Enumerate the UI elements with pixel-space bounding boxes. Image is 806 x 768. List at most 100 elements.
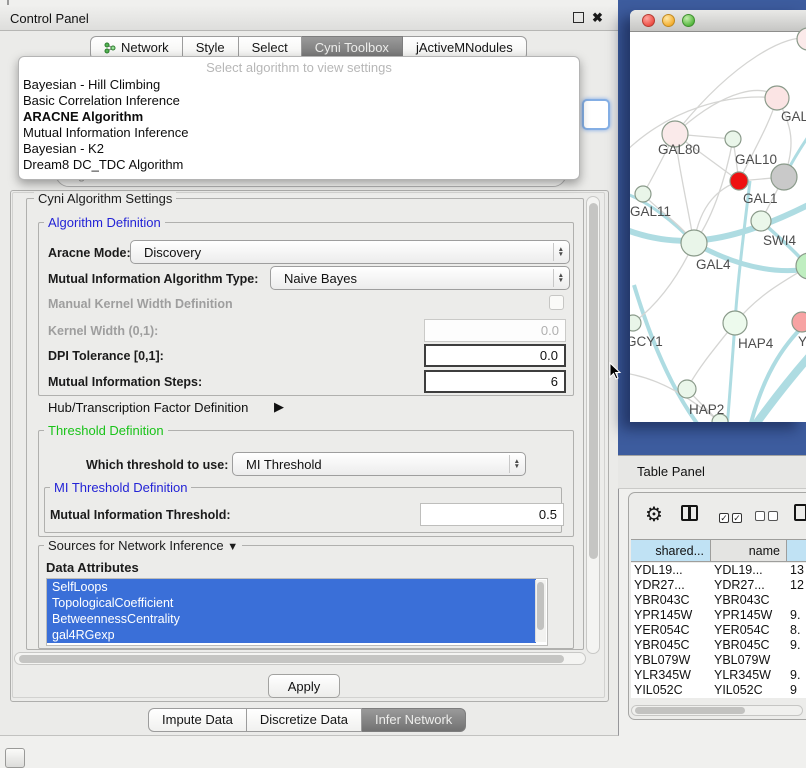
attribute-item-betweennesscentrality[interactable]: BetweennessCentrality <box>47 611 536 627</box>
table-cell: 12 <box>790 578 806 593</box>
hide-columns-icon[interactable] <box>755 508 781 526</box>
tab-impute-data[interactable]: Impute Data <box>148 708 247 732</box>
dpi-tolerance-field[interactable]: 0.0 <box>424 344 566 367</box>
manual-kernel-label: Manual Kernel Width Definition <box>48 297 233 311</box>
columns-icon[interactable] <box>681 505 698 521</box>
focused-combo-fragment[interactable] <box>582 99 610 130</box>
bottom-tabbar: Impute Data Discretize Data Infer Network <box>148 708 466 732</box>
data-attributes-list[interactable]: SelfLoopsTopologicalCoefficientBetweenne… <box>46 578 548 646</box>
manual-kernel-checkbox[interactable] <box>549 295 564 310</box>
column-header-partial[interactable] <box>787 539 806 562</box>
network-graph[interactable]: GALGAL80GAL10GAL1GAL11SWI4GAL4GCY1HAP4YH… <box>630 33 806 422</box>
table-cell: 9. <box>790 638 806 653</box>
algorithm-option-aracne-algorithm[interactable]: ARACNE Algorithm <box>19 109 579 125</box>
expand-arrow-icon[interactable]: ▶ <box>274 399 284 415</box>
tab-label: Discretize Data <box>260 712 348 727</box>
table-cell: 9 <box>790 683 806 698</box>
node-label-gal: GAL <box>781 109 806 124</box>
algorithm-option-mutual-information-inference[interactable]: Mutual Information Inference <box>19 125 579 141</box>
network-edge[interactable] <box>630 97 777 153</box>
mi-steps-field[interactable]: 6 <box>424 370 566 393</box>
aracne-mode-select[interactable]: Discovery ▲▼ <box>130 240 570 264</box>
table-cell: YLR345W <box>634 668 712 683</box>
algorithm-option-bayesian-hill-climbing[interactable]: Bayesian - Hill Climbing <box>19 77 579 93</box>
network-node-gcy1[interactable] <box>630 315 641 331</box>
network-node-gal[interactable] <box>765 86 789 110</box>
column-header-name[interactable]: name <box>711 539 787 562</box>
network-node-swi4[interactable] <box>751 211 771 231</box>
network-node-gal4[interactable] <box>681 230 707 256</box>
algorithm-option-dream8-dc-tdc-algorithm[interactable]: Dream8 DC_TDC Algorithm <box>19 157 579 173</box>
mini-corner-button[interactable] <box>5 748 25 768</box>
settings-horizontal-thumb[interactable] <box>19 655 564 663</box>
column-header-shared[interactable]: shared... <box>631 539 711 562</box>
network-node-y[interactable] <box>792 312 806 332</box>
node-label-gal11: GAL11 <box>630 204 671 219</box>
network-node-hap4[interactable] <box>723 311 747 335</box>
table-row[interactable]: YIL052CYIL052C9 <box>631 683 806 698</box>
show-columns-icon[interactable]: ✓✓ <box>719 508 745 526</box>
network-node-gal1[interactable] <box>730 172 748 190</box>
tab-label: Impute Data <box>162 712 233 727</box>
node-label-gal1: GAL1 <box>743 191 778 206</box>
gear-icon[interactable]: ⚙ <box>645 502 663 527</box>
mi-threshold-field[interactable]: 0.5 <box>420 503 564 526</box>
network-node[interactable] <box>771 164 797 190</box>
table-cell: YIL052C <box>634 683 712 698</box>
collapse-arrow-icon[interactable]: ▼ <box>227 541 238 553</box>
close-icon[interactable]: ✖ <box>592 10 603 26</box>
network-edge[interactable] <box>739 98 777 181</box>
table-cell: YIL052C <box>714 683 788 698</box>
table-row[interactable]: YLR345WYLR345W9. <box>631 668 806 683</box>
network-node-gal10[interactable] <box>725 131 741 147</box>
attribute-item-selfloops[interactable]: SelfLoops <box>47 579 536 595</box>
tab-infer-network[interactable]: Infer Network <box>362 708 466 732</box>
tab-label: Cyni Toolbox <box>315 40 389 55</box>
table-panel-window: ⚙ ✓✓ shared... name YDL19...YDL19...13YD… <box>628 492 806 720</box>
network-node-gal11[interactable] <box>635 186 651 202</box>
table-row[interactable]: YBR043CYBR043C <box>631 593 806 608</box>
algorithm-dropdown: Select algorithm to view settings Bayesi… <box>18 56 580 180</box>
network-node-hap2[interactable] <box>678 380 696 398</box>
table-cell: 13 <box>790 563 806 578</box>
network-edge[interactable] <box>727 323 735 422</box>
table-row[interactable]: YDL19...YDL19...13 <box>631 563 806 578</box>
node-label-hap4: HAP4 <box>738 336 774 351</box>
settings-horizontal-scrollbar[interactable] <box>14 652 586 665</box>
algorithm-option-bayesian-k2[interactable]: Bayesian - K2 <box>19 141 579 157</box>
apply-button[interactable]: Apply <box>268 674 340 698</box>
table-row[interactable]: YPR145WYPR145W9. <box>631 608 806 623</box>
table-row[interactable]: YER054CYER054C8. <box>631 623 806 638</box>
table-cell: YBL079W <box>714 653 788 668</box>
attribute-item-topologicalcoefficient[interactable]: TopologicalCoefficient <box>47 595 536 611</box>
mi-type-select[interactable]: Naive Bayes ▲▼ <box>270 266 570 290</box>
table-cell <box>790 653 806 668</box>
table-row[interactable]: YDR27...YDR27...12 <box>631 578 806 593</box>
network-window-titlebar[interactable] <box>630 10 806 32</box>
float-icon[interactable] <box>573 12 584 23</box>
kernel-width-field[interactable]: 0.0 <box>424 319 566 342</box>
mi-threshold-label: Mutual Information Threshold: <box>50 508 231 522</box>
hub-section-label: Hub/Transcription Factor Definition <box>48 400 248 415</box>
close-traffic-light-icon[interactable] <box>642 14 655 27</box>
list-scrollbar[interactable] <box>535 580 546 642</box>
threshold-definition-legend: Threshold Definition <box>44 423 168 438</box>
minimize-traffic-light-icon[interactable] <box>662 14 675 27</box>
table-horizontal-thumb[interactable] <box>635 707 745 714</box>
list-scrollbar-thumb[interactable] <box>537 582 544 630</box>
table-row[interactable]: YBR045CYBR045C9. <box>631 638 806 653</box>
export-table-icon[interactable] <box>794 504 806 521</box>
table-cell: YER054C <box>634 623 712 638</box>
combo-arrows-icon: ▲▼ <box>509 455 520 473</box>
zoom-traffic-light-icon[interactable] <box>682 14 695 27</box>
table-cell: YDR27... <box>714 578 788 593</box>
tab-discretize-data[interactable]: Discretize Data <box>247 708 362 732</box>
attribute-item-gal4rgexp[interactable]: gal4RGexp <box>47 627 536 643</box>
table-row[interactable]: YBL079WYBL079W <box>631 653 806 668</box>
table-horizontal-scrollbar[interactable] <box>631 705 803 716</box>
which-threshold-select[interactable]: MI Threshold ▲▼ <box>232 452 526 476</box>
mi-type-value: Naive Bayes <box>284 271 357 286</box>
settings-vertical-scrollbar[interactable] <box>586 196 600 654</box>
algorithm-option-basic-correlation-inference[interactable]: Basic Correlation Inference <box>19 93 579 109</box>
settings-vertical-thumb[interactable] <box>589 203 598 559</box>
